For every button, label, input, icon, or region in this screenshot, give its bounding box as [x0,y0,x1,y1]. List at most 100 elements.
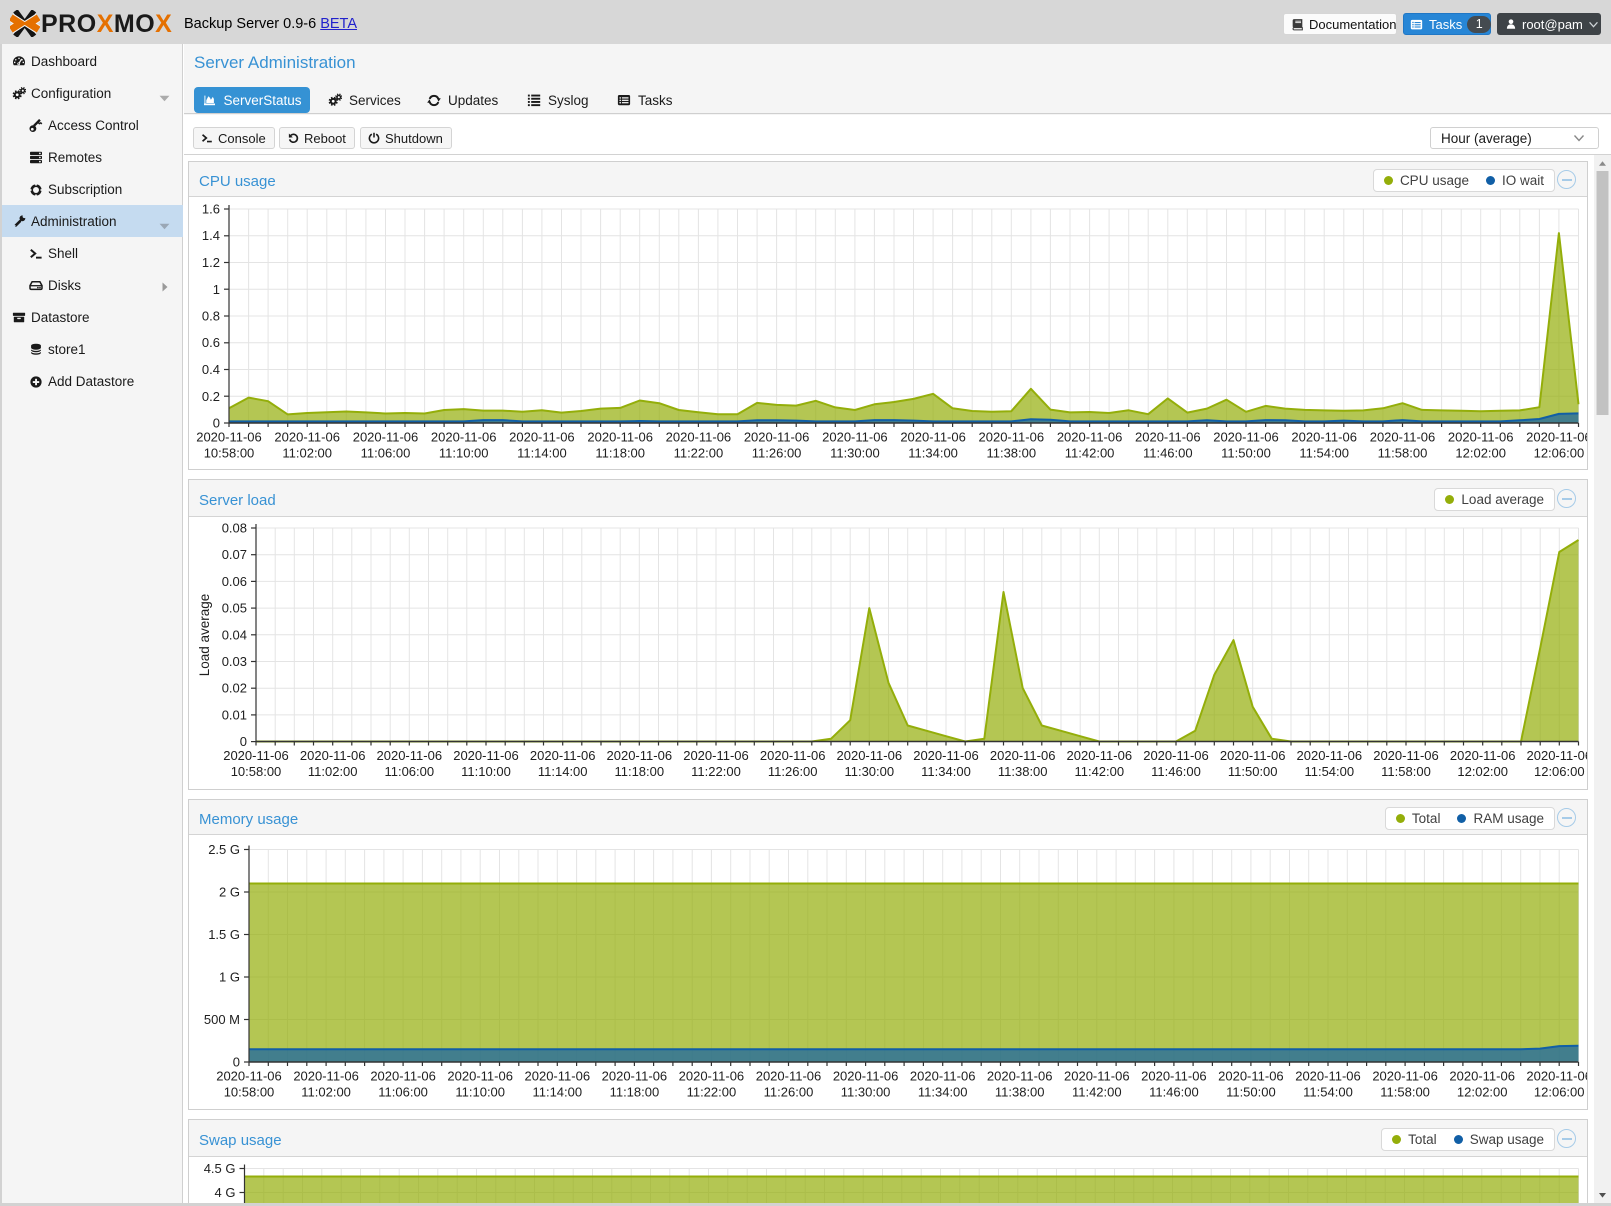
svg-text:2020-11-06: 2020-11-06 [509,430,575,445]
svg-text:11:02:00: 11:02:00 [301,1085,351,1100]
svg-text:0.2: 0.2 [202,389,220,404]
svg-text:2020-11-06: 2020-11-06 [1213,430,1279,445]
svg-text:2020-11-06: 2020-11-06 [196,430,262,445]
svg-text:2020-11-06: 2020-11-06 [679,1069,745,1084]
svg-text:0.08: 0.08 [222,521,247,536]
svg-text:11:18:00: 11:18:00 [610,1085,660,1100]
svg-text:2020-11-06: 2020-11-06 [1218,1069,1284,1084]
svg-text:11:30:00: 11:30:00 [830,446,880,461]
svg-text:2020-11-06: 2020-11-06 [833,1069,899,1084]
svg-text:0: 0 [240,734,247,749]
svg-text:2020-11-06: 2020-11-06 [216,1069,282,1084]
svg-text:2020-11-06: 2020-11-06 [530,748,596,763]
svg-text:0: 0 [213,416,220,431]
svg-text:2020-11-06: 2020-11-06 [910,1069,976,1084]
svg-text:2020-11-06: 2020-11-06 [1135,430,1201,445]
svg-text:1: 1 [213,282,220,297]
svg-text:2020-11-06: 2020-11-06 [370,1069,436,1084]
svg-text:2020-11-06: 2020-11-06 [987,1069,1053,1084]
svg-text:2020-11-06: 2020-11-06 [274,430,340,445]
svg-text:11:26:00: 11:26:00 [764,1085,814,1100]
svg-text:2020-11-06: 2020-11-06 [223,748,289,763]
svg-text:4 G: 4 G [215,1185,236,1200]
svg-text:2020-11-06: 2020-11-06 [1370,430,1436,445]
svg-text:10:58:00: 10:58:00 [224,1085,275,1100]
svg-text:2020-11-06: 2020-11-06 [1057,430,1123,445]
svg-text:11:06:00: 11:06:00 [361,446,411,461]
svg-text:2020-11-06: 2020-11-06 [607,748,673,763]
svg-text:2020-11-06: 2020-11-06 [1295,1069,1361,1084]
svg-text:11:38:00: 11:38:00 [998,764,1048,779]
svg-text:2020-11-06: 2020-11-06 [525,1069,591,1084]
svg-text:11:02:00: 11:02:00 [308,764,358,779]
svg-text:2020-11-06: 2020-11-06 [1448,430,1514,445]
svg-text:0.03: 0.03 [222,654,247,669]
svg-text:12:02:00: 12:02:00 [1455,446,1506,461]
svg-text:2020-11-06: 2020-11-06 [431,430,497,445]
svg-text:2020-11-06: 2020-11-06 [293,1069,359,1084]
svg-text:11:10:00: 11:10:00 [455,1085,505,1100]
svg-text:2020-11-06: 2020-11-06 [760,748,826,763]
svg-text:0.05: 0.05 [222,601,247,616]
svg-text:11:10:00: 11:10:00 [461,764,511,779]
svg-text:2020-11-06: 2020-11-06 [744,430,810,445]
svg-text:2020-11-06: 2020-11-06 [1220,748,1286,763]
svg-text:2020-11-06: 2020-11-06 [990,748,1056,763]
svg-text:0.02: 0.02 [222,681,247,696]
svg-text:1.2: 1.2 [202,255,220,270]
svg-text:2020-11-06: 2020-11-06 [756,1069,822,1084]
svg-text:2 G: 2 G [219,885,240,900]
svg-text:1.5 G: 1.5 G [208,927,240,942]
svg-text:2020-11-06: 2020-11-06 [602,1069,668,1084]
svg-text:12:06:00: 12:06:00 [1534,764,1585,779]
svg-text:11:46:00: 11:46:00 [1143,446,1193,461]
svg-text:11:10:00: 11:10:00 [439,446,489,461]
svg-text:2.5 G: 2.5 G [208,842,240,857]
svg-text:2020-11-06: 2020-11-06 [1526,1069,1587,1084]
svg-text:1.6: 1.6 [202,202,220,217]
svg-text:10:58:00: 10:58:00 [204,446,255,461]
svg-text:0.4: 0.4 [202,362,220,377]
svg-text:11:30:00: 11:30:00 [841,1085,891,1100]
svg-text:12:02:00: 12:02:00 [1457,764,1508,779]
svg-text:0: 0 [233,1055,240,1070]
svg-text:12:06:00: 12:06:00 [1534,1085,1585,1100]
svg-text:2020-11-06: 2020-11-06 [913,748,979,763]
svg-text:4.5 G: 4.5 G [204,1161,236,1176]
svg-text:12:02:00: 12:02:00 [1457,1085,1508,1100]
svg-text:11:46:00: 11:46:00 [1151,764,1201,779]
svg-text:11:54:00: 11:54:00 [1303,1085,1353,1100]
svg-text:11:54:00: 11:54:00 [1304,764,1354,779]
svg-text:2020-11-06: 2020-11-06 [1297,748,1363,763]
svg-text:11:50:00: 11:50:00 [1221,446,1271,461]
svg-text:2020-11-06: 2020-11-06 [1067,748,1133,763]
svg-text:11:22:00: 11:22:00 [687,1085,737,1100]
svg-text:2020-11-06: 2020-11-06 [1291,430,1357,445]
svg-text:11:18:00: 11:18:00 [614,764,664,779]
svg-text:11:54:00: 11:54:00 [1299,446,1349,461]
svg-text:11:58:00: 11:58:00 [1381,764,1431,779]
svg-text:2020-11-06: 2020-11-06 [900,430,966,445]
svg-text:2020-11-06: 2020-11-06 [1527,748,1587,763]
svg-text:2020-11-06: 2020-11-06 [1449,1069,1515,1084]
svg-text:2020-11-06: 2020-11-06 [1141,1069,1207,1084]
svg-text:2020-11-06: 2020-11-06 [300,748,366,763]
svg-text:Load average: Load average [197,594,212,677]
svg-text:11:22:00: 11:22:00 [674,446,724,461]
svg-text:2020-11-06: 2020-11-06 [453,748,519,763]
svg-text:11:22:00: 11:22:00 [691,764,741,779]
svg-text:2020-11-06: 2020-11-06 [447,1069,513,1084]
svg-text:2020-11-06: 2020-11-06 [666,430,732,445]
svg-text:11:58:00: 11:58:00 [1378,446,1428,461]
svg-text:11:06:00: 11:06:00 [384,764,434,779]
svg-text:2020-11-06: 2020-11-06 [1143,748,1209,763]
svg-text:11:46:00: 11:46:00 [1149,1085,1199,1100]
svg-text:500 M: 500 M [204,1012,240,1027]
svg-text:11:42:00: 11:42:00 [1074,764,1124,779]
svg-text:11:50:00: 11:50:00 [1226,1085,1276,1100]
svg-text:0.6: 0.6 [202,335,220,350]
svg-text:1.4: 1.4 [202,228,220,243]
svg-text:2020-11-06: 2020-11-06 [837,748,903,763]
svg-text:11:14:00: 11:14:00 [517,446,567,461]
svg-text:2020-11-06: 2020-11-06 [587,430,653,445]
